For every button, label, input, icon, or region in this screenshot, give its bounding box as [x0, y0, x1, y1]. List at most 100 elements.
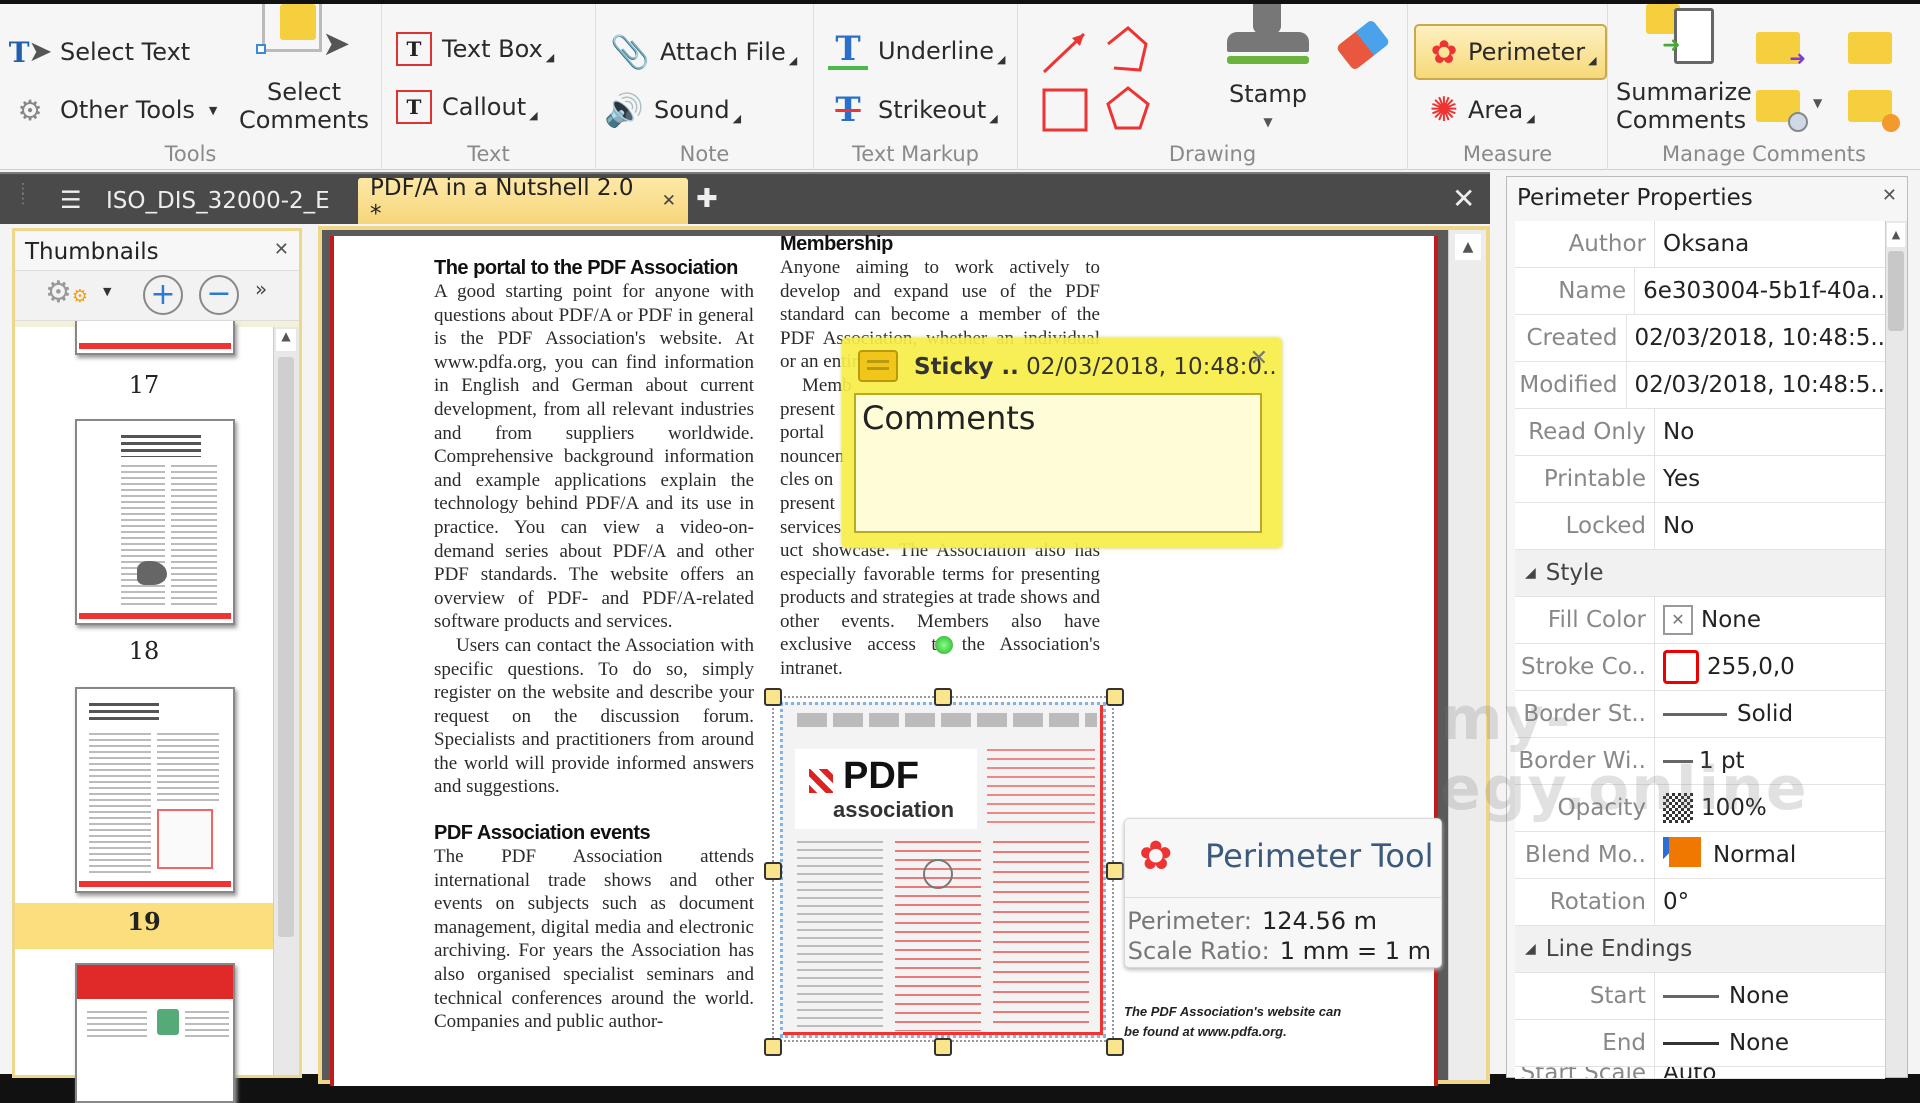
property-start[interactable]: Start None	[1515, 973, 1885, 1020]
group-label-text-markup: Text Markup	[852, 142, 979, 166]
property-border-width[interactable]: Border Wi.. 1 pt	[1515, 738, 1885, 785]
no-fill-swatch-icon: ✕	[1663, 605, 1693, 635]
document-list-icon[interactable]: ☰	[60, 186, 82, 214]
close-panel-icon[interactable]: ✕	[274, 239, 289, 260]
resize-handle-top[interactable]	[934, 688, 952, 706]
sticky-note-content[interactable]: Comments	[854, 393, 1262, 533]
sticky-note-timestamp: 02/03/2018, 10:48:0..	[1026, 354, 1277, 380]
property-read-only[interactable]: Read Only No	[1515, 409, 1885, 456]
property-modified[interactable]: Modified 02/03/2018, 10:48:5..	[1515, 362, 1885, 409]
dropdown-icon: ◢	[1588, 53, 1597, 67]
rectangle-tool-icon[interactable]	[1042, 88, 1088, 132]
property-end[interactable]: End None	[1515, 1020, 1885, 1067]
strikeout-icon: T	[835, 90, 861, 130]
select-comments-button[interactable]: ➤ Select Comments	[238, 4, 370, 134]
import-comments-icon[interactable]: ➜	[1756, 32, 1806, 70]
chevron-down-icon[interactable]: ▼	[1813, 96, 1822, 110]
zoom-out-icon[interactable]: −	[199, 275, 239, 315]
close-sticky-icon[interactable]: ✕	[1250, 346, 1268, 371]
export-comments-icon[interactable]	[1848, 32, 1892, 64]
scrollbar-thumb[interactable]	[1888, 251, 1904, 331]
thumbnails-header: Thumbnails ✕	[15, 231, 299, 271]
show-comments-icon[interactable]	[1756, 90, 1808, 132]
resize-handle-bottom[interactable]	[934, 1038, 952, 1056]
page-number-label: 18	[128, 637, 160, 665]
area-icon: ✺	[1429, 90, 1459, 130]
sound-button[interactable]: 🔊 Sound ◢	[604, 90, 741, 130]
thumbnail-page-16[interactable]	[75, 321, 235, 355]
polyline-tool-icon[interactable]	[1107, 26, 1148, 72]
tab-iso-dis-32000[interactable]: ISO_DIS_32000-2_E ✕	[106, 178, 374, 224]
scroll-up-icon[interactable]: ▲	[1455, 234, 1481, 260]
close-panel-icon[interactable]: ✕	[1882, 185, 1897, 206]
property-blend-mode[interactable]: Blend Mo.. Normal	[1515, 832, 1885, 879]
underline-button[interactable]: T Underline ◢	[828, 29, 1005, 70]
strikeout-button[interactable]: T Strikeout ◢	[828, 90, 998, 130]
resize-handle-top-left[interactable]	[764, 688, 782, 706]
line-ending-icon	[1663, 1041, 1719, 1045]
document-scrollbar[interactable]: ▲	[1448, 230, 1486, 1080]
thumbnail-page-20[interactable]	[75, 963, 235, 1103]
close-tab-icon[interactable]: ✕	[662, 191, 676, 211]
arrow-tool-icon[interactable]	[1042, 32, 1086, 74]
property-start-scale[interactable]: Start ScaleAuto	[1515, 1067, 1885, 1079]
ribbon-group-drawing: Stamp ▼ Drawing	[1018, 4, 1408, 170]
area-button[interactable]: ✺ Area ◢	[1424, 90, 1535, 130]
thumbnail-page-19[interactable]	[75, 687, 235, 893]
resize-handle-bottom-right[interactable]	[1106, 1038, 1124, 1056]
scrollbar-thumb[interactable]	[278, 357, 294, 937]
resize-handle-right[interactable]	[1106, 862, 1124, 880]
property-printable[interactable]: Printable Yes	[1515, 456, 1885, 503]
property-locked[interactable]: Locked No	[1515, 503, 1885, 550]
property-author[interactable]: Author Oksana	[1515, 221, 1885, 268]
dropdown-icon: ◢	[989, 111, 998, 125]
perimeter-button[interactable]: ✿ Perimeter ◢	[1414, 24, 1607, 80]
callout-button[interactable]: T Callout ◢	[396, 90, 538, 124]
stamp-button[interactable]: Stamp ▼	[1213, 4, 1323, 136]
property-name[interactable]: Name 6e303004-5b1f-40a..	[1515, 268, 1885, 315]
drawing-shapes	[1042, 26, 1150, 132]
polygon-tool-icon[interactable]	[1106, 86, 1150, 130]
eraser-icon[interactable]	[1335, 19, 1391, 71]
properties-header: Perimeter Properties ✕	[1517, 185, 1897, 211]
section-line-endings[interactable]: ◢ Line Endings	[1515, 926, 1885, 973]
property-border-style[interactable]: Border St.. Solid	[1515, 691, 1885, 738]
comment-style-icon[interactable]	[1848, 90, 1900, 132]
sticky-note-popup[interactable]: Sticky .. 02/03/2018, 10:48:0.. ✕ Commen…	[842, 338, 1282, 548]
resize-handle-left[interactable]	[764, 862, 782, 880]
drag-handle-icon[interactable]: ⋮ ⋮	[16, 182, 32, 214]
zoom-in-icon[interactable]: +	[143, 275, 183, 315]
other-tools-button[interactable]: ⚙ Other Tools ▼	[10, 90, 217, 130]
thumbnail-options-icon[interactable]: ⚙⚙	[45, 275, 88, 310]
summarize-comments-button[interactable]: ➜ Summarize Comments	[1616, 4, 1752, 134]
thumbnails-toolbar: ⚙⚙ ▼ + − »	[15, 271, 299, 321]
text-box-button[interactable]: T Text Box ◢	[396, 32, 554, 66]
chevron-down-icon[interactable]: ▼	[103, 285, 111, 298]
tab-pdfa-nutshell[interactable]: PDF/A in a Nutshell 2.0 * ✕	[358, 175, 688, 227]
property-stroke-color[interactable]: Stroke Co.. 255,0,0	[1515, 644, 1885, 691]
scroll-up-icon[interactable]: ▲	[276, 329, 296, 351]
rotation-handle[interactable]	[935, 636, 953, 654]
sticky-note-author: Sticky ..	[914, 354, 1019, 380]
new-tab-icon[interactable]: ✚	[696, 184, 718, 214]
collapse-icon: ◢	[1525, 941, 1536, 957]
property-created[interactable]: Created 02/03/2018, 10:48:5..	[1515, 315, 1885, 362]
scroll-up-icon[interactable]: ▲	[1887, 223, 1905, 247]
tooltip-title: Perimeter Tool	[1205, 837, 1434, 875]
close-document-icon[interactable]: ✕	[1452, 182, 1475, 215]
thumbnails-scrollbar[interactable]: ▲	[273, 327, 299, 1075]
sticky-note-header: Sticky .. 02/03/2018, 10:48:0..	[914, 354, 1277, 380]
more-options-icon[interactable]: »	[255, 277, 267, 301]
property-fill-color[interactable]: Fill Color ✕ None	[1515, 597, 1885, 644]
property-rotation[interactable]: Rotation 0°	[1515, 879, 1885, 926]
resize-handle-top-right[interactable]	[1106, 688, 1124, 706]
section-style[interactable]: ◢ Style	[1515, 550, 1885, 597]
properties-scrollbar[interactable]: ▲	[1885, 221, 1907, 1077]
property-opacity[interactable]: Opacity 100%	[1515, 785, 1885, 832]
attach-file-button[interactable]: 📎 Attach File ◢	[610, 32, 797, 72]
resize-handle-bottom-left[interactable]	[764, 1038, 782, 1056]
thumbnail-page-17[interactable]	[75, 419, 235, 625]
embedded-website-image: PDF association	[780, 702, 1106, 1038]
select-text-button[interactable]: T ➤ Select Text	[9, 32, 191, 72]
ribbon-toolbar: T ➤ Select Text ⚙ Other Tools ▼ ➤ Select …	[0, 4, 1920, 170]
